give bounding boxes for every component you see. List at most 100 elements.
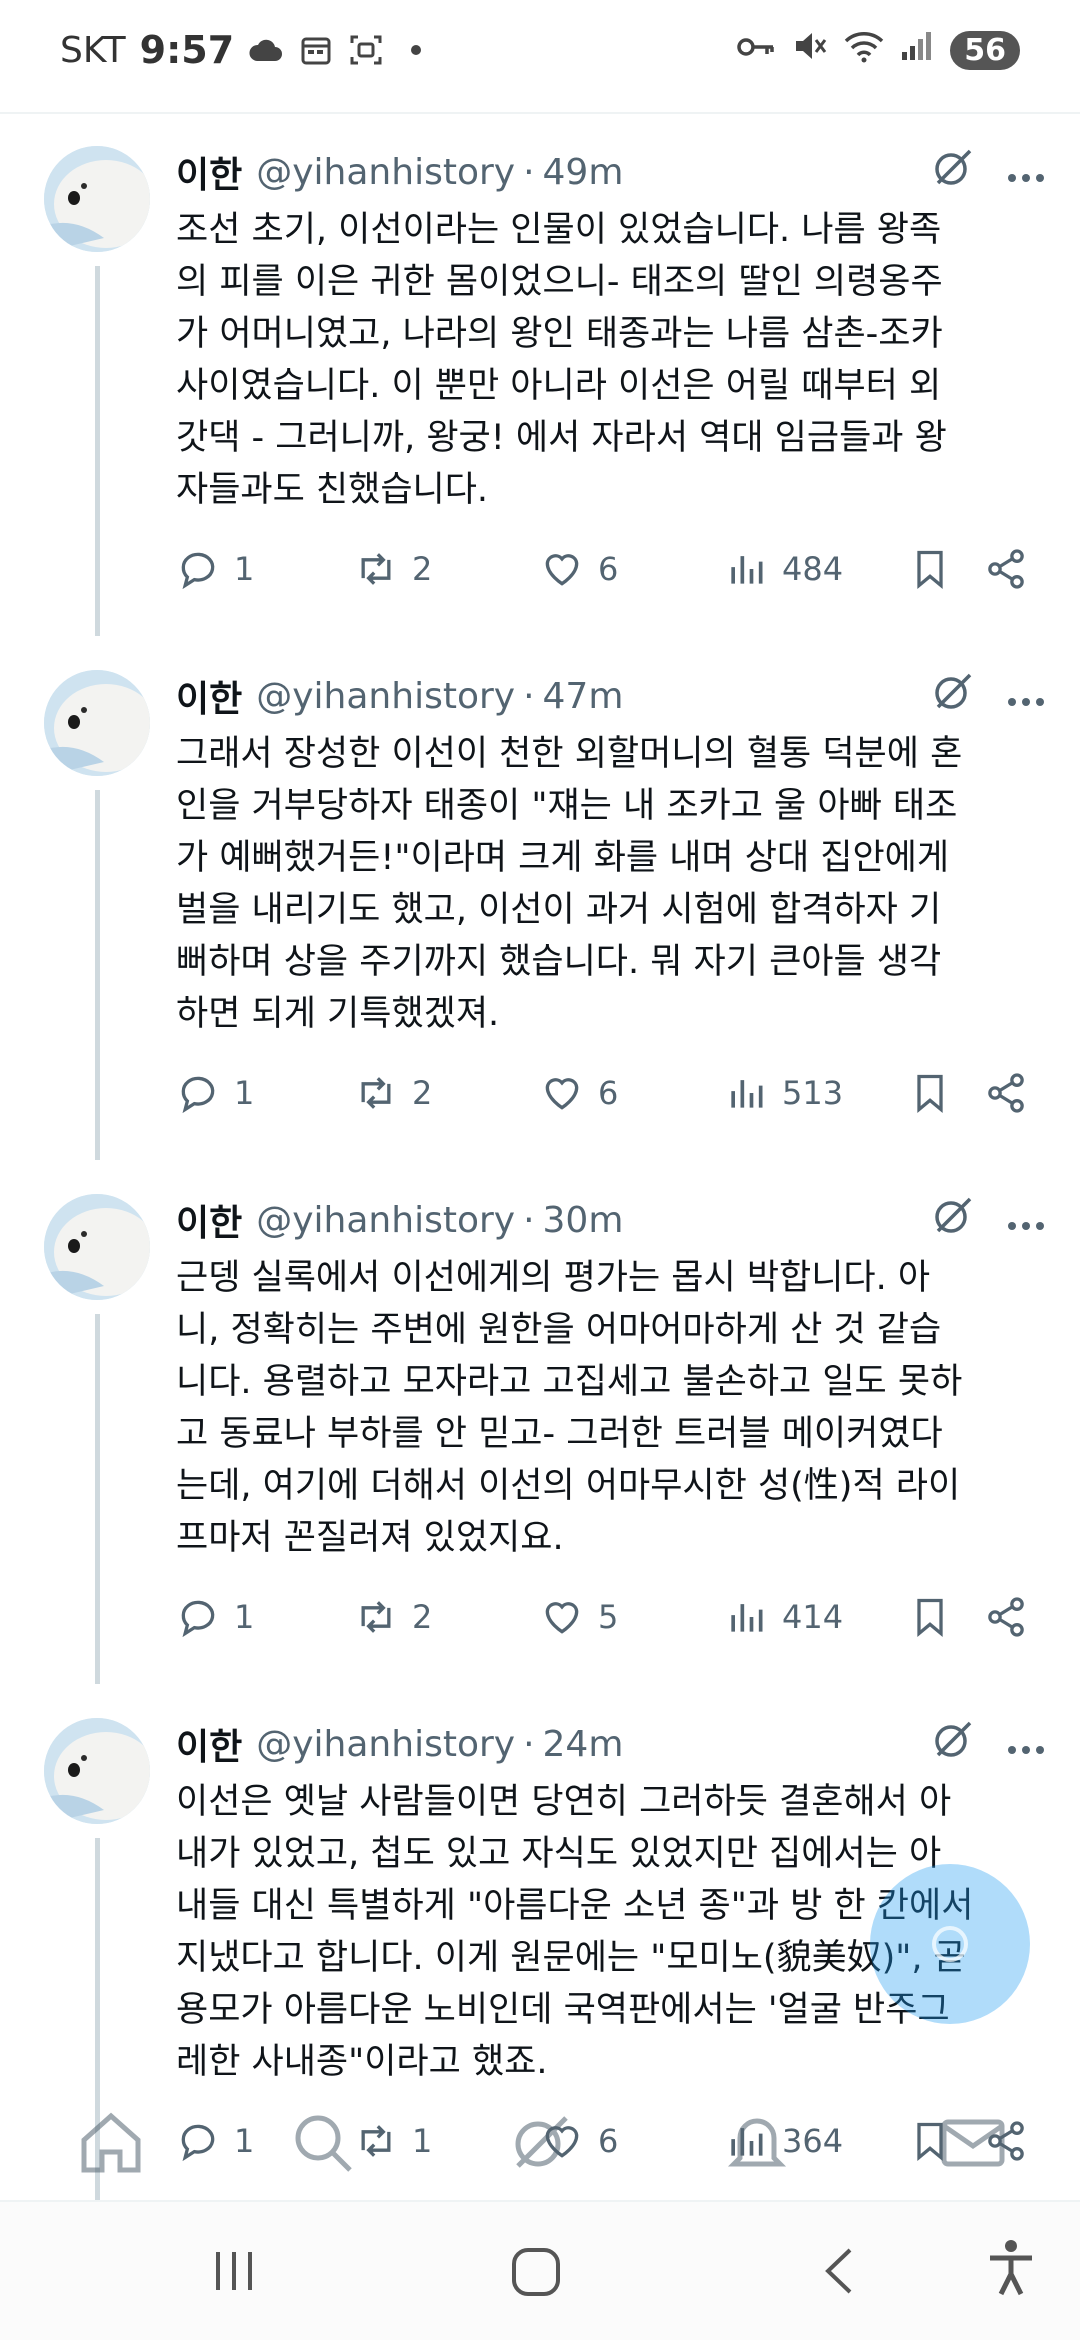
- grok-tab-icon[interactable]: [506, 2108, 576, 2178]
- avatar[interactable]: [44, 1718, 150, 1824]
- status-bar: SKT 9:57 56: [0, 0, 1080, 100]
- more-icon[interactable]: [1006, 1724, 1046, 1765]
- avatar[interactable]: [44, 1194, 150, 1300]
- search-icon[interactable]: [288, 2108, 358, 2178]
- messages-icon[interactable]: [938, 2108, 1008, 2178]
- avatar[interactable]: [44, 146, 150, 252]
- share-button[interactable]: [984, 1071, 1028, 1115]
- like-count: 5: [598, 1598, 619, 1636]
- timestamp[interactable]: 49m: [543, 152, 624, 193]
- like-button[interactable]: 6: [540, 547, 618, 591]
- reply-button[interactable]: 1: [176, 1595, 254, 1639]
- system-nav-bar: [0, 2202, 1080, 2340]
- display-name[interactable]: 이한: [176, 1718, 242, 1770]
- timestamp[interactable]: 24m: [543, 1724, 624, 1765]
- home-button-icon[interactable]: [510, 2246, 562, 2302]
- views-button[interactable]: 484: [724, 547, 843, 591]
- screenshot-icon: [348, 32, 384, 68]
- bookmark-icon: [917, 550, 943, 590]
- grok-icon[interactable]: [930, 1193, 976, 1248]
- back-icon[interactable]: [820, 2246, 860, 2300]
- user-handle[interactable]: @yihanhistory: [256, 1200, 515, 1241]
- share-icon: [988, 1597, 1024, 1637]
- reply-button[interactable]: 1: [176, 1071, 254, 1115]
- retweet-icon: [361, 1077, 391, 1109]
- views-button[interactable]: 513: [724, 1071, 843, 1115]
- tweet-actions: 1 2 5 414: [176, 1582, 1036, 1652]
- timestamp[interactable]: 47m: [543, 676, 624, 717]
- views-count: 484: [782, 550, 844, 588]
- tweet[interactable]: 이한 @yihanhistory · 30m 근뎅 실록에서 이선에게의 평가는…: [0, 1162, 1080, 1686]
- notifications-icon[interactable]: [722, 2108, 792, 2178]
- views-icon: [731, 1080, 763, 1108]
- views-button[interactable]: 414: [724, 1595, 843, 1639]
- display-name[interactable]: 이한: [176, 1194, 242, 1246]
- more-icon[interactable]: [1006, 152, 1046, 193]
- bookmark-button[interactable]: [908, 1595, 952, 1639]
- tweet-text: 조선 초기, 이선이라는 인물이 있었습니다. 나름 왕족 의 피를 이은 귀한…: [176, 210, 947, 510]
- heart-icon: [545, 1078, 579, 1110]
- compose-icon: [932, 1926, 968, 1962]
- views-icon: [731, 1604, 763, 1632]
- grok-icon[interactable]: [930, 1717, 976, 1772]
- notification-dot-icon: [398, 32, 434, 68]
- user-handle[interactable]: @yihanhistory: [256, 152, 515, 193]
- tweet-actions: 1 2 6 513: [176, 1058, 1036, 1128]
- display-name[interactable]: 이한: [176, 670, 242, 722]
- retweet-button[interactable]: 2: [354, 547, 432, 591]
- key-icon: [736, 30, 776, 71]
- separator: ·: [523, 1199, 535, 1241]
- retweet-icon: [361, 553, 391, 585]
- more-icon[interactable]: [1006, 676, 1046, 717]
- tweet[interactable]: 이한 @yihanhistory · 49m 조선 초기, 이선이라는 인물이 …: [0, 114, 1080, 638]
- reply-count: 1: [234, 1074, 255, 1112]
- retweet-icon: [361, 1601, 391, 1633]
- reply-button[interactable]: 1: [176, 547, 254, 591]
- views-count: 414: [782, 1598, 844, 1636]
- heart-icon: [545, 554, 579, 586]
- separator: ·: [523, 1723, 535, 1765]
- compose-button[interactable]: [870, 1864, 1030, 2024]
- retweet-count: 2: [412, 1074, 433, 1112]
- like-count: 6: [598, 1074, 619, 1112]
- share-icon: [988, 549, 1024, 589]
- bookmark-button[interactable]: [908, 547, 952, 591]
- share-button[interactable]: [984, 1595, 1028, 1639]
- share-button[interactable]: [984, 547, 1028, 591]
- wifi-icon: [844, 29, 884, 72]
- carrier-label: SKT: [60, 29, 126, 71]
- reply-icon: [181, 552, 215, 590]
- bookmark-button[interactable]: [908, 1071, 952, 1115]
- display-name[interactable]: 이한: [176, 146, 242, 198]
- tweet-text: 근뎅 실록에서 이선에게의 평가는 몹시 박합니다. 아 니, 정확히는 주변에…: [176, 1258, 963, 1558]
- accessibility-icon[interactable]: [986, 2238, 1036, 2302]
- signal-icon: [900, 30, 934, 71]
- bottom-tab-bar: [0, 2090, 1080, 2200]
- clock: 9:57: [139, 28, 235, 72]
- retweet-count: 2: [412, 1598, 433, 1636]
- home-icon[interactable]: [76, 2108, 146, 2178]
- grok-icon[interactable]: [930, 145, 976, 200]
- retweet-button[interactable]: 2: [354, 1595, 432, 1639]
- cloud-icon: [248, 32, 284, 68]
- mute-icon: [792, 28, 828, 73]
- grok-icon[interactable]: [930, 669, 976, 724]
- tweet[interactable]: 이한 @yihanhistory · 47m 그래서 장성한 이선이 천한 외할…: [0, 638, 1080, 1162]
- recent-apps-icon[interactable]: [210, 2246, 260, 2300]
- reply-count: 1: [234, 550, 255, 588]
- avatar[interactable]: [44, 670, 150, 776]
- reply-count: 1: [234, 1598, 255, 1636]
- views-icon: [731, 556, 763, 584]
- more-icon[interactable]: [1006, 1200, 1046, 1241]
- timestamp[interactable]: 30m: [543, 1200, 624, 1241]
- user-handle[interactable]: @yihanhistory: [256, 1724, 515, 1765]
- reply-icon: [181, 1600, 215, 1638]
- tweet-actions: 1 2 6 484: [176, 534, 1036, 604]
- like-button[interactable]: 6: [540, 1071, 618, 1115]
- like-button[interactable]: 5: [540, 1595, 618, 1639]
- retweet-count: 2: [412, 550, 433, 588]
- user-handle[interactable]: @yihanhistory: [256, 676, 515, 717]
- tweet-text: 그래서 장성한 이선이 천한 외할머니의 혈통 덕분에 혼 인을 거부당하자 태…: [176, 734, 963, 1034]
- retweet-button[interactable]: 2: [354, 1071, 432, 1115]
- views-count: 513: [782, 1074, 844, 1112]
